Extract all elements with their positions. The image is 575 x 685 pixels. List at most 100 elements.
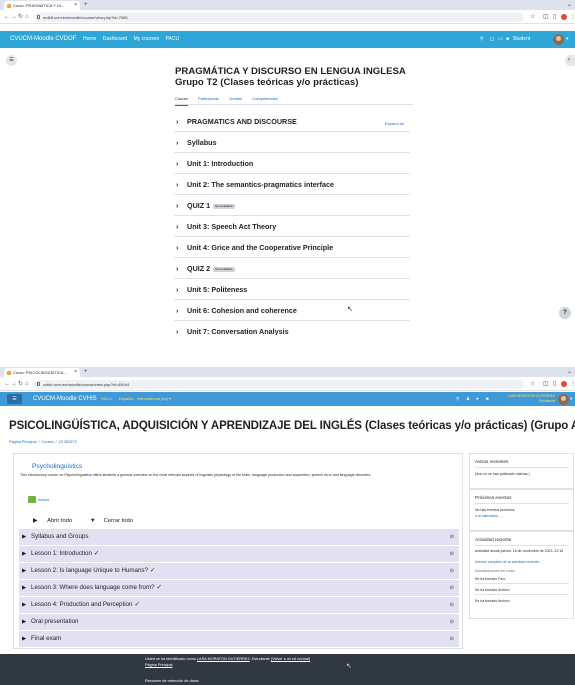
footer-home-link[interactable]: Página Principal (145, 663, 172, 667)
tab-list-chevron-icon[interactable]: ⌄ (567, 367, 572, 377)
messages-icon[interactable]: ● (476, 392, 479, 406)
visibility-icon[interactable]: ⊙ (450, 529, 454, 545)
extensions-icon[interactable]: ◫ (543, 377, 549, 391)
forward-icon[interactable]: → (11, 10, 17, 24)
topic-lesson-3[interactable]: ▶ Lesson 3: Where does language come from… (19, 580, 459, 596)
section-unit-2[interactable]: › Unit 2: The semantics-pragmatics interf… (174, 174, 410, 195)
breadcrumb-home[interactable]: Página Principal (9, 440, 36, 444)
user-avatar[interactable] (553, 34, 564, 45)
browser-tab[interactable]: Curso: PSICOLINGÜÍSTICA... × (4, 368, 80, 377)
browser-tab[interactable]: Curso: PRAGMÁTICA Y DI... × (4, 1, 80, 10)
section-unit-4[interactable]: › Unit 4: Grice and the Cooperative Princ… (174, 237, 410, 258)
browser-menu-icon[interactable]: ⋮ (570, 10, 575, 24)
sidepanel-icon[interactable]: ▯ (553, 377, 556, 391)
home-icon[interactable]: ⌂ (25, 10, 29, 24)
reload-icon[interactable]: ↻ (18, 10, 23, 24)
search-icon[interactable]: ⚲ (456, 392, 459, 406)
notifications-icon[interactable]: ◻ (490, 31, 494, 48)
avisos-link[interactable]: Avisos (38, 498, 49, 502)
nav-pacu[interactable]: PACU (166, 36, 180, 42)
section-syllabus[interactable]: › Syllabus (174, 132, 410, 153)
full-report-link[interactable]: Informe completo de la actividad recient… (475, 560, 571, 565)
notifications-icon[interactable]: ♟ (466, 392, 470, 406)
tab-grades[interactable]: Grades (229, 96, 242, 101)
address-bar[interactable]: ccfdc.ucm.es/moodle/course/view.php?id=4… (34, 379, 524, 389)
help-button[interactable]: ? (559, 307, 571, 319)
tab-participants[interactable]: Participants (198, 96, 219, 101)
bookmark-star-icon[interactable]: ☆ (530, 377, 535, 391)
topic-lesson-1[interactable]: ▶ Lesson 1: Introduction ✓ ⊙ (19, 546, 459, 562)
section-unit-7[interactable]: › Unit 7: Conversation Analysis (174, 321, 410, 335)
return-role-link[interactable]: (Volver a mi rol normal) (271, 657, 310, 661)
extensions-icon[interactable]: ◫ (543, 10, 549, 24)
back-icon[interactable]: ← (4, 10, 10, 24)
sidepanel-icon[interactable]: ▯ (553, 10, 556, 24)
hamburger-menu-icon[interactable]: ☰ (7, 394, 22, 404)
profile-link[interactable]: LARA MORATON GUTIERREZ (197, 657, 250, 661)
bookmark-star-icon[interactable]: ☆ (530, 10, 535, 24)
reload-icon[interactable]: ↻ (18, 377, 23, 391)
section-unit-1[interactable]: › Unit 1: Introduction (174, 153, 410, 174)
topic-lesson-2[interactable]: ▶ Lesson 2: Is language Unique to Humans?… (19, 563, 459, 579)
mail-icon[interactable]: ■ (486, 392, 489, 406)
site-brand[interactable]: CVUCM-Moodle CVDOF (10, 31, 76, 48)
section-unit-6[interactable]: › Unit 6: Cohesion and coherence (174, 300, 410, 321)
data-retention-link[interactable]: Resumen de retención de datos (145, 679, 199, 683)
block-drawer-toggle-icon[interactable]: ‹ (565, 55, 575, 66)
back-icon[interactable]: ← (4, 377, 10, 391)
user-role: Estudiante (538, 398, 555, 403)
block-text: (Aún no se han publicado noticias.) (475, 472, 530, 476)
language-selector[interactable]: Español - Internacional (es) ▾ (119, 396, 171, 401)
section-unit-3[interactable]: › Unit 3: Speech Act Theory (174, 216, 410, 237)
visibility-icon[interactable]: ⊙ (450, 597, 454, 613)
expand-all-button[interactable]: ▶ Abrir todo (33, 518, 80, 524)
topic-oral-presentation[interactable]: ▶ Oral presentation ⊙ (19, 614, 459, 630)
section-unit-5[interactable]: › Unit 5: Politeness (174, 279, 410, 300)
user-menu-chevron-icon[interactable]: ▾ (566, 31, 569, 48)
profile-icon[interactable] (561, 381, 567, 387)
breadcrumb-courses[interactable]: Cursos (42, 440, 54, 444)
section-quiz-1[interactable]: › QUIZ 1 Not available (174, 195, 410, 216)
profile-icon[interactable] (561, 14, 567, 20)
close-tab-icon[interactable]: × (74, 368, 77, 377)
new-tab-icon[interactable]: + (84, 367, 88, 377)
forward-icon[interactable]: → (11, 377, 17, 391)
nav-home[interactable]: Home (83, 36, 96, 42)
user-menu-chevron-icon[interactable]: ▾ (570, 392, 572, 406)
topic-syllabus-groups[interactable]: ▶ Syllabus and Groups ⊙ (19, 529, 459, 545)
section-heading[interactable]: Psycholinguistics (32, 463, 82, 470)
user-menu[interactable]: LARA MORATON GUTIERREZ Estudiante (497, 394, 555, 403)
tab-competencies[interactable]: Competencies (252, 96, 278, 101)
browser-menu-icon[interactable]: ⋮ (570, 377, 575, 391)
mail-icon[interactable]: ■ (506, 31, 509, 48)
course-index-toggle-icon[interactable]: ☰ (6, 55, 17, 66)
user-name[interactable]: Student (513, 31, 530, 48)
section-pragmatics-discourse[interactable]: › PRAGMATICS AND DISCOURSE (174, 111, 410, 132)
section-title: QUIZ 2 (187, 264, 211, 273)
nav-dashboard[interactable]: Dashboard (103, 36, 127, 42)
visibility-icon[interactable]: ⊙ (450, 563, 454, 579)
primary-navigation: Home Dashboard My courses PACU (83, 31, 184, 48)
visibility-icon[interactable]: ⊙ (450, 546, 454, 562)
new-tab-icon[interactable]: + (84, 0, 88, 10)
topic-final-exam[interactable]: ▶ Final exam ⊙ (19, 631, 459, 647)
topic-lesson-4[interactable]: ▶ Lesson 4: Production and Perception ✓ ⊙ (19, 597, 459, 613)
section-quiz-2[interactable]: › QUIZ 2 Not available (174, 258, 410, 279)
messages-icon[interactable]: ▭ (498, 31, 503, 48)
address-bar[interactable]: mdfdf.ucm.es/moodle/course/view.php?id=7… (34, 12, 524, 22)
search-icon[interactable]: ⚲ (480, 31, 484, 48)
close-tab-icon[interactable]: × (74, 1, 77, 10)
item-divider (475, 583, 569, 584)
visibility-icon[interactable]: ⊙ (450, 614, 454, 630)
nav-pacu[interactable]: PACU (101, 396, 112, 401)
breadcrumb-course-code[interactable]: 22-359272 (59, 440, 77, 444)
user-avatar[interactable] (558, 393, 569, 405)
site-brand[interactable]: CVUCM-Moodle CVHIS (33, 392, 97, 406)
collapse-all-button[interactable]: ▼ Cerrar todo (90, 518, 141, 524)
calendar-link[interactable]: Ir al calendario... (475, 514, 571, 519)
tab-list-chevron-icon[interactable]: ⌄ (567, 0, 572, 10)
home-icon[interactable]: ⌂ (25, 377, 29, 391)
visibility-icon[interactable]: ⊙ (450, 580, 454, 596)
nav-my-courses[interactable]: My courses (134, 36, 160, 42)
visibility-icon[interactable]: ⊙ (450, 631, 454, 647)
